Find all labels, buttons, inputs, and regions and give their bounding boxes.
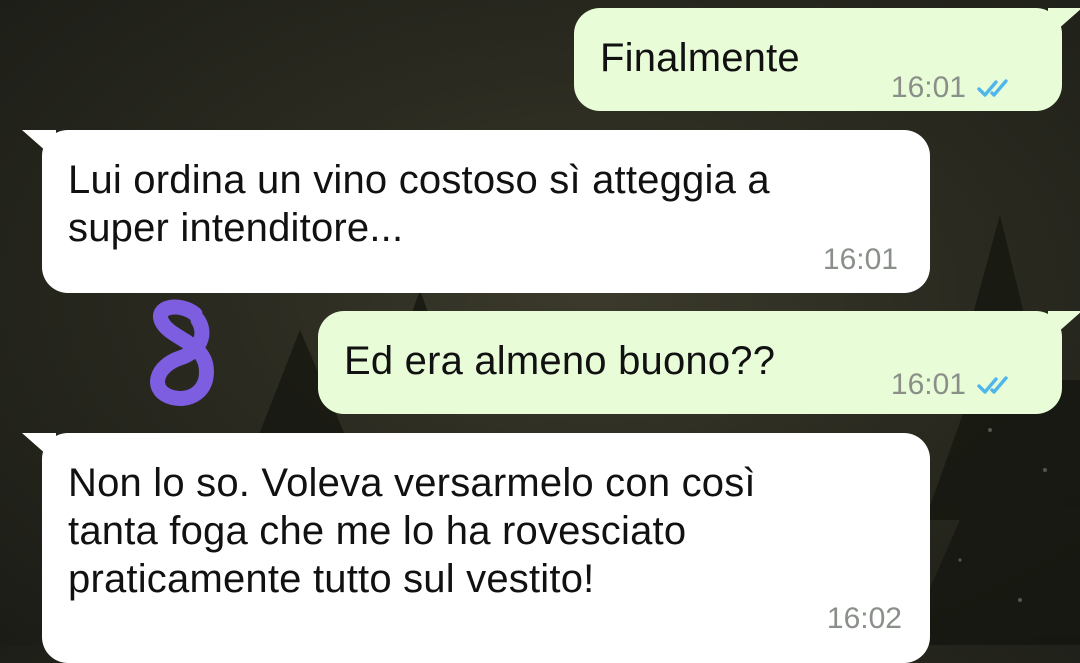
message-bubble-incoming[interactable]: Non lo so. Voleva versarmelo con così ta… [22, 433, 930, 663]
message-timestamp: 16:01 [890, 71, 966, 104]
scribble-annotation-icon [150, 299, 214, 406]
message-bubble-outgoing[interactable]: Finalmente 16:01 [574, 8, 1080, 111]
message-timestamp: 16:01 [822, 243, 898, 276]
message-text: Non lo so. Voleva versarmelo con così ta… [68, 461, 756, 601]
message-timestamp: 16:01 [890, 368, 966, 401]
message-text: Lui ordina un vino costoso sì atteggia a… [68, 158, 770, 250]
message-text: Ed era almeno buono?? [344, 339, 776, 383]
double-check-icon [977, 79, 1008, 97]
double-check-icon [977, 376, 1008, 394]
message-timestamp: 16:02 [826, 602, 902, 635]
message-bubble-outgoing[interactable]: Ed era almeno buono?? 16:01 [318, 311, 1080, 414]
message-bubble-incoming[interactable]: Lui ordina un vino costoso sì atteggia a… [22, 130, 930, 293]
message-text: Finalmente [600, 36, 800, 80]
